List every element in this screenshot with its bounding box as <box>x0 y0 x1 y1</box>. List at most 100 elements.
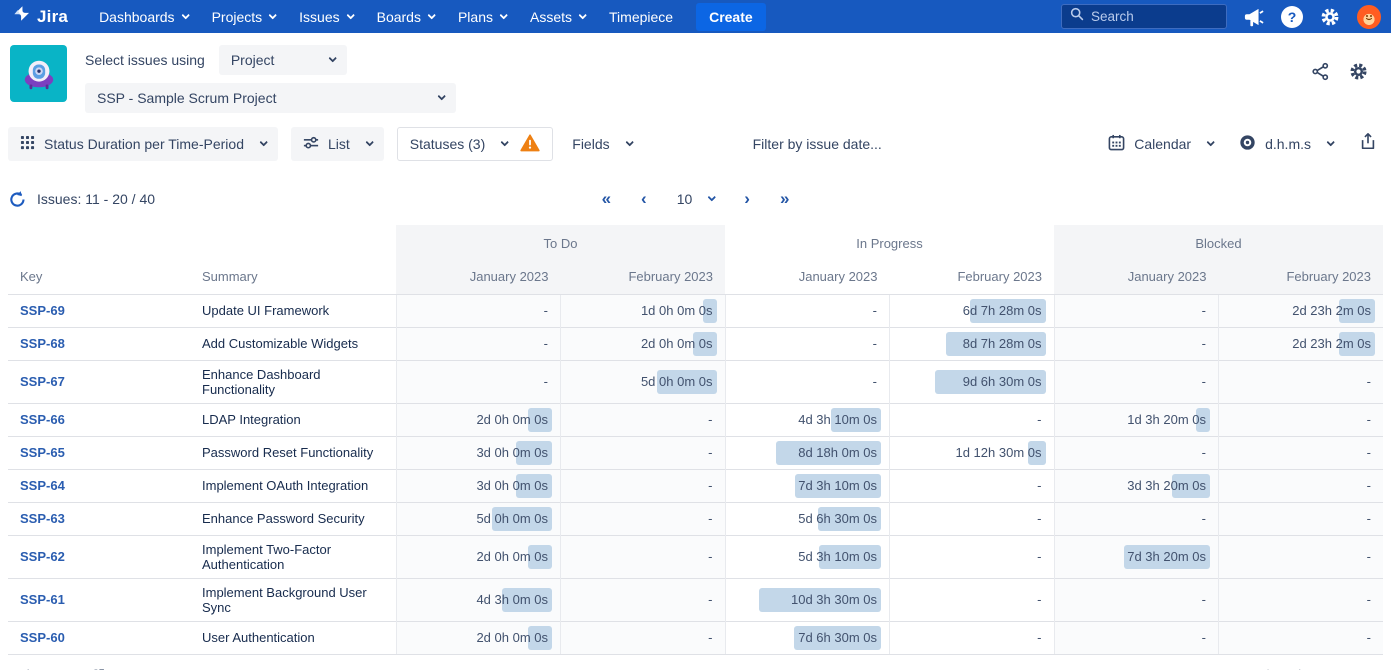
table-row: SSP-64Implement OAuth Integration3d 0h 0… <box>8 469 1383 502</box>
last-page-button[interactable]: » <box>780 189 789 209</box>
issue-source-select[interactable]: Project <box>219 45 347 75</box>
issue-date-filter-input[interactable] <box>753 136 973 152</box>
duration-value: 8d 7h 28m 0s <box>963 336 1042 351</box>
nav-item-boards[interactable]: Boards <box>366 3 445 31</box>
duration-cell: 4d 3h 10m 0s <box>725 403 890 436</box>
duration-value: - <box>1367 592 1371 607</box>
help-icon[interactable]: ? <box>1281 6 1303 28</box>
issue-key-cell: SSP-61 <box>8 578 190 621</box>
project-select[interactable]: SSP - Sample Scrum Project <box>85 83 456 113</box>
duration-cell: - <box>890 621 1055 654</box>
issue-key-link[interactable]: SSP-66 <box>20 412 65 427</box>
issue-key-link[interactable]: SSP-67 <box>20 374 65 389</box>
export-icon[interactable] <box>1359 132 1377 156</box>
issue-key-link[interactable]: SSP-62 <box>20 549 65 564</box>
duration-cell: - <box>890 535 1055 578</box>
duration-cell: 3d 0h 0m 0s <box>396 436 561 469</box>
create-button[interactable]: Create <box>696 3 766 31</box>
duration-value: - <box>1037 592 1041 607</box>
issue-key-cell: SSP-60 <box>8 621 190 654</box>
nav-item-projects[interactable]: Projects <box>201 3 287 31</box>
issue-summary-cell: LDAP Integration <box>190 403 396 436</box>
nav-item-issues[interactable]: Issues <box>288 3 363 31</box>
duration-value: 5d 6h 30m 0s <box>798 511 877 526</box>
duration-value: - <box>1202 592 1206 607</box>
settings-gear-icon[interactable] <box>1319 6 1341 28</box>
issue-summary-cell: User Authentication <box>190 621 396 654</box>
previous-page-button[interactable]: ‹ <box>641 189 647 209</box>
duration-value: 1d 0h 0m 0s <box>641 303 713 318</box>
duration-cell: - <box>1219 535 1384 578</box>
issue-key-link[interactable]: SSP-63 <box>20 511 65 526</box>
duration-format-button[interactable]: d.h.m.s <box>1239 134 1333 154</box>
duration-value: - <box>1202 336 1206 351</box>
issue-summary-cell: Update UI Framework <box>190 294 396 327</box>
month-header: January 2023 <box>396 261 561 294</box>
user-avatar[interactable] <box>1357 5 1381 29</box>
duration-value: - <box>1037 478 1041 493</box>
issue-key-link[interactable]: SSP-60 <box>20 630 65 645</box>
duration-value: 8d 18h 0m 0s <box>798 445 877 460</box>
issue-key-cell: SSP-62 <box>8 535 190 578</box>
fields-button[interactable]: Fields <box>572 136 631 152</box>
duration-cell: 4d 3h 0m 0s <box>396 578 561 621</box>
chevron-down-icon <box>181 11 189 19</box>
announcements-icon[interactable] <box>1243 7 1265 27</box>
list-sliders-icon <box>303 135 319 153</box>
issue-key-link[interactable]: SSP-61 <box>20 592 65 607</box>
issue-key-link[interactable]: SSP-64 <box>20 478 65 493</box>
global-search[interactable] <box>1061 4 1227 29</box>
first-page-button[interactable]: « <box>602 189 611 209</box>
duration-cell: - <box>725 294 890 327</box>
issue-key-cell: SSP-64 <box>8 469 190 502</box>
duration-value: - <box>708 549 712 564</box>
duration-value: - <box>1367 511 1371 526</box>
nav-item-dashboards[interactable]: Dashboards <box>88 3 199 31</box>
nav-item-assets[interactable]: Assets <box>519 3 596 31</box>
chevron-down-icon <box>346 11 354 19</box>
duration-value: 4d 3h 0m 0s <box>476 592 548 607</box>
refresh-icon[interactable] <box>8 190 27 209</box>
statuses-filter-button[interactable]: Statuses (3) <box>397 127 553 161</box>
issue-key-link[interactable]: SSP-65 <box>20 445 65 460</box>
share-icon[interactable] <box>1311 62 1330 86</box>
duration-value: - <box>708 412 712 427</box>
issue-key-link[interactable]: SSP-69 <box>20 303 65 318</box>
duration-value: 2d 0h 0m 0s <box>476 549 548 564</box>
duration-value: 3d 0h 0m 0s <box>476 445 548 460</box>
chevron-down-icon <box>578 11 586 19</box>
duration-cell: 2d 0h 0m 0s <box>396 403 561 436</box>
duration-cell: - <box>561 403 726 436</box>
chevron-down-icon <box>501 138 509 146</box>
table-row: SSP-69Update UI Framework-1d 0h 0m 0s-6d… <box>8 294 1383 327</box>
issue-summary-cell: Enhance Dashboard Functionality <box>190 360 396 403</box>
search-input[interactable] <box>1091 9 1211 24</box>
duration-value: - <box>1202 374 1206 389</box>
calendar-button[interactable]: Calendar <box>1108 134 1213 154</box>
report-type-button[interactable]: Status Duration per Time-Period <box>8 127 278 161</box>
search-icon <box>1070 7 1084 26</box>
report-settings-gear-icon[interactable] <box>1348 61 1369 87</box>
issue-key-link[interactable]: SSP-68 <box>20 336 65 351</box>
jql-link[interactable]: project = SSP <box>8 667 105 670</box>
key-column-header: Key <box>8 261 190 294</box>
view-mode-button[interactable]: List <box>291 127 384 161</box>
table-row: SSP-61Implement Background User Sync4d 3… <box>8 578 1383 621</box>
duration-value: - <box>1037 511 1041 526</box>
duration-value: 4d 3h 10m 0s <box>798 412 877 427</box>
duration-value: 1d 12h 30m 0s <box>955 445 1041 460</box>
month-header: February 2023 <box>561 261 726 294</box>
page-size-select[interactable]: 10 <box>677 191 715 207</box>
duration-format-icon <box>1239 134 1256 154</box>
nav-item-timepiece[interactable]: Timepiece <box>598 3 684 31</box>
duration-value: - <box>544 303 548 318</box>
duration-value: - <box>708 511 712 526</box>
duration-value: 5d 3h 10m 0s <box>798 549 877 564</box>
duration-cell: - <box>1219 578 1384 621</box>
jira-logo[interactable]: Jira <box>12 5 68 29</box>
duration-cell: - <box>396 294 561 327</box>
next-page-button[interactable]: › <box>744 189 750 209</box>
duration-value: - <box>708 478 712 493</box>
nav-item-plans[interactable]: Plans <box>447 3 517 31</box>
duration-cell: - <box>1219 469 1384 502</box>
